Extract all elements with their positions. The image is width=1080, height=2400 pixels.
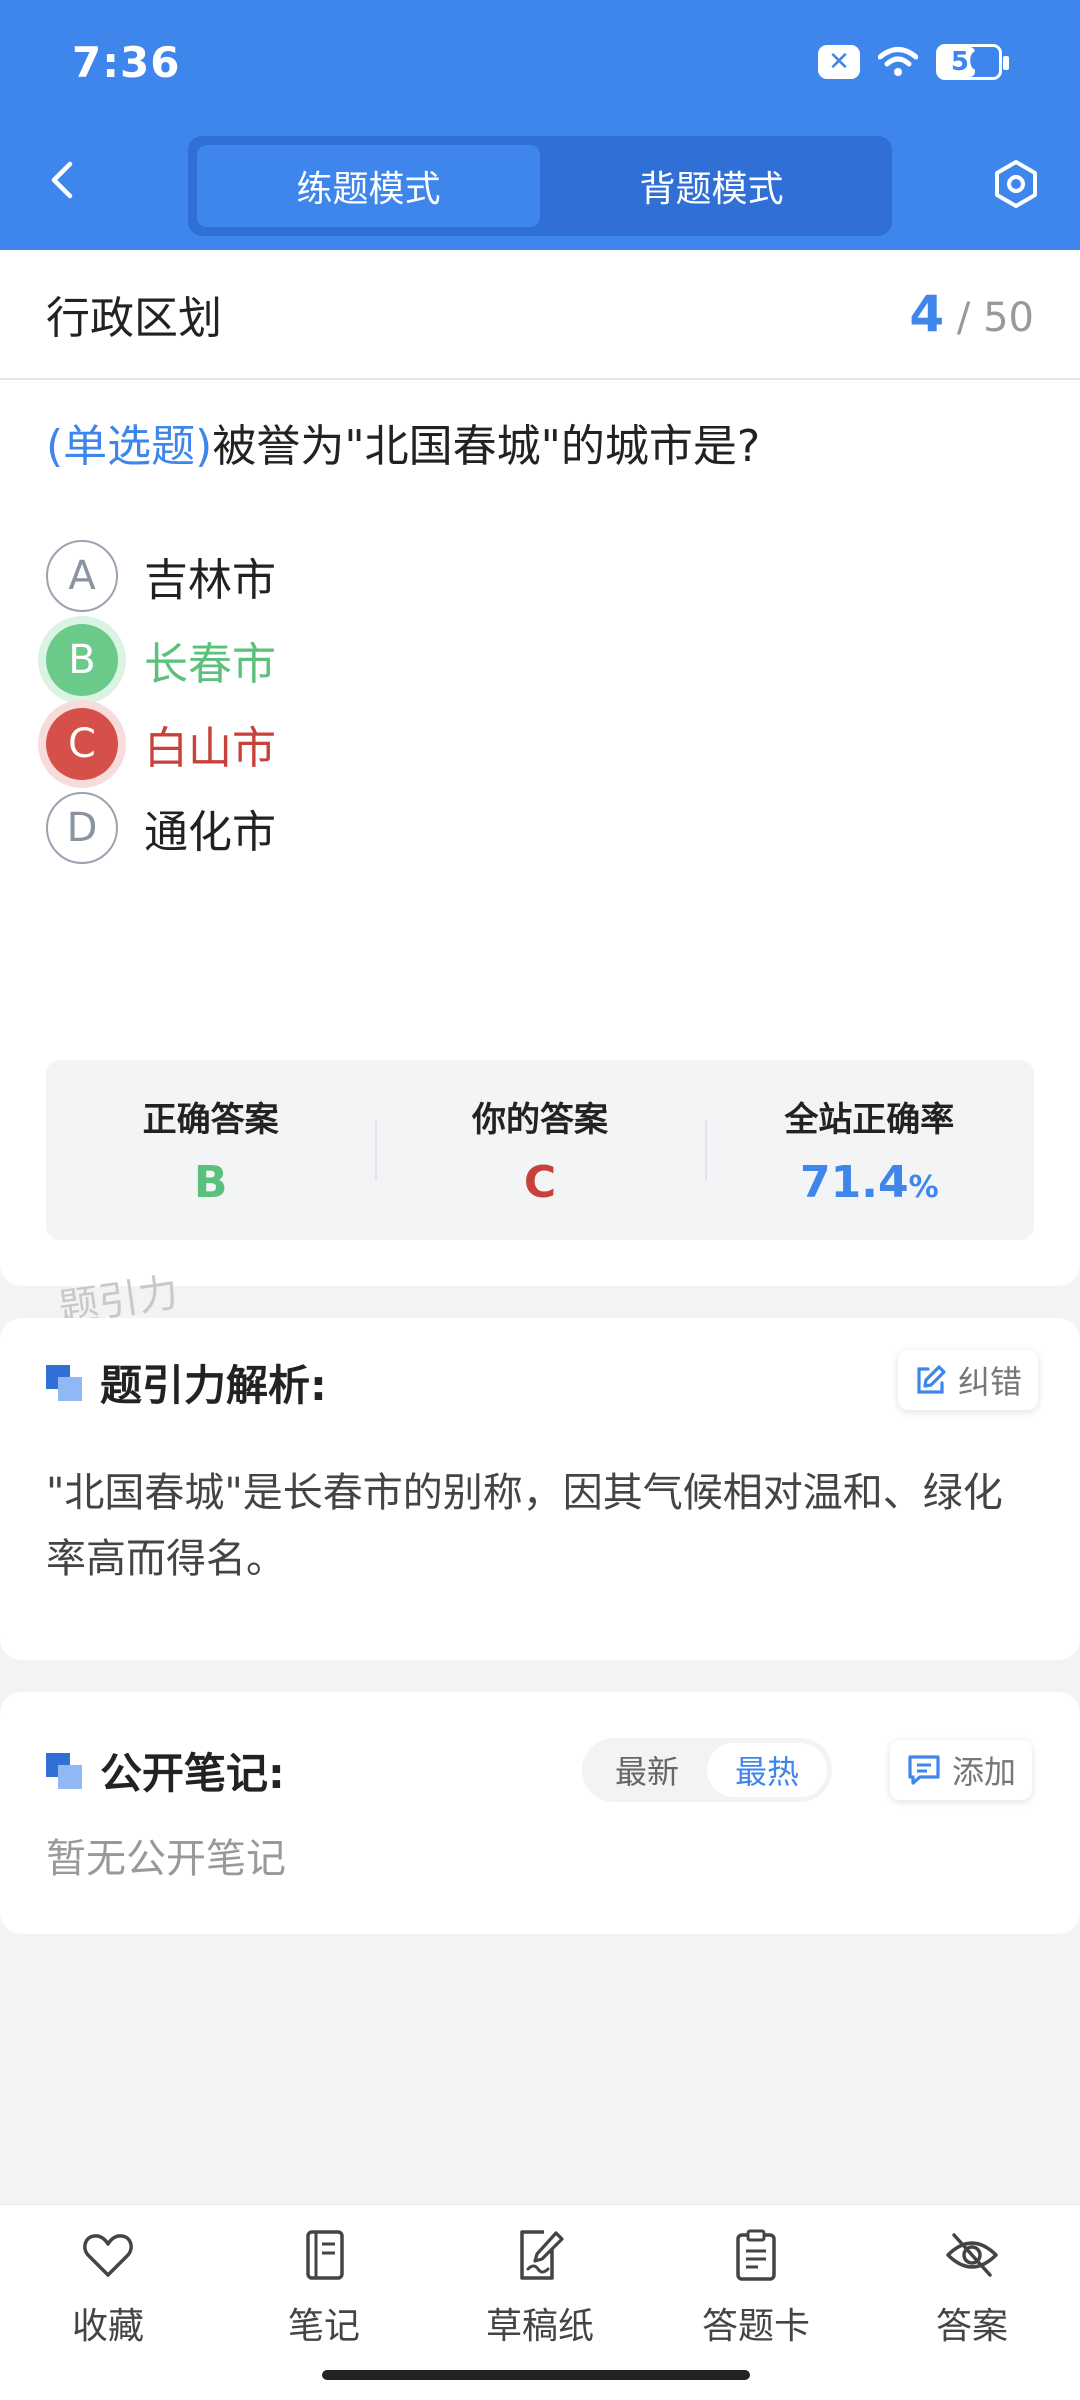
analysis-title-text: 题引力解析: [100,1361,327,1410]
site-accuracy-number: 71.4 [800,1157,909,1208]
option-letter: B [46,624,118,696]
notebook-icon [306,2230,344,2280]
option-text: 长春市 [144,639,276,690]
question-header: 行政区划 4 / 50 [0,250,1080,380]
sort-latest[interactable]: 最新 [587,1743,707,1797]
answer-result-panel: 正确答案 B 你的答案 C 全站正确率 71.4% [46,1060,1034,1240]
your-answer-label: 你的答案 [471,1100,608,1140]
section-square-icon [46,1752,82,1789]
option-letter: C [46,708,118,780]
option-text: 通化市 [144,807,276,858]
your-answer-stat: 你的答案 C [375,1060,704,1240]
battery-icon: 50 [936,44,1009,80]
top-bar: 7:36 ✕ 50 练题模式 背题模式 [0,0,1080,250]
settings-hex-icon[interactable] [990,158,1042,210]
your-answer-value: C [523,1157,557,1208]
draft-paper-icon [520,2230,564,2280]
notes-empty-text: 暂无公开笔记 [46,1836,286,1882]
home-indicator[interactable] [322,2370,750,2380]
tab-memorize-mode[interactable]: 背题模式 [540,145,883,227]
correct-answer-label: 正确答案 [142,1100,279,1140]
edit-icon [917,1365,946,1394]
site-accuracy-value: 71.4% [800,1157,939,1208]
nav-label: 答题卡 [701,2306,810,2347]
option-text: 白山市 [144,723,276,774]
nav-label: 收藏 [71,2306,144,2347]
nav-label: 笔记 [287,2306,360,2347]
site-accuracy-unit: % [908,1170,939,1205]
nav-label: 草稿纸 [485,2306,594,2347]
site-accuracy-label: 全站正确率 [784,1100,955,1140]
option-b[interactable]: B 长春市 [46,624,276,696]
wifi-icon [878,47,918,76]
question-counter[interactable]: 4 / 50 [909,285,1034,343]
answer-sheet-icon [736,2229,776,2281]
mode-switch: 练题模式 背题模式 [188,136,892,236]
option-letter: A [46,540,118,612]
back-arrow-icon[interactable] [42,158,86,202]
site-accuracy-stat: 全站正确率 71.4% [704,1060,1034,1240]
question-card: 行政区划 4 / 50 (单选题)被誉为"北国春城"的城市是? A 吉林市 B … [0,250,1080,1286]
nav-answer-toggle[interactable]: 答案 [864,2205,1080,2400]
tab-practice-mode[interactable]: 练题模式 [197,145,540,227]
notes-title-text: 公开笔记: [100,1749,285,1798]
option-d[interactable]: D 通化市 [46,792,276,864]
question-current-index: 4 [909,285,945,343]
correct-answer-value: B [193,1157,228,1208]
add-note-button[interactable]: 添加 [890,1740,1033,1800]
analysis-card: 题引力解析: 纠错 "北国春城"是长春市的别称，因其气候相对温和、绿化率高而得名… [0,1318,1080,1660]
option-text: 吉林市 [144,555,276,606]
notes-sort-toggle: 最新 最热 [582,1738,832,1802]
add-note-label: 添加 [952,1753,1017,1791]
question-type: (单选题) [46,421,213,472]
option-c[interactable]: C 白山市 [46,708,276,780]
question-category: 行政区划 [46,293,222,344]
nav-favorite[interactable]: 收藏 [0,2205,216,2400]
eye-off-icon [946,2233,998,2277]
battery-level: 50 [950,47,988,77]
status-time: 7:36 [72,38,181,87]
status-icons: ✕ 50 [818,44,1009,80]
analysis-title: 题引力解析: [46,1352,327,1413]
question-text: (单选题)被誉为"北国春城"的城市是? [46,410,760,474]
sort-hottest[interactable]: 最热 [707,1743,827,1797]
question-total: / 50 [956,295,1034,341]
option-a[interactable]: A 吉林市 [46,540,276,612]
nav-label: 答案 [935,2306,1008,2347]
report-error-button[interactable]: 纠错 [898,1350,1039,1410]
heart-icon [83,2234,133,2277]
question-stem: 被誉为"北国春城"的城市是? [212,421,761,472]
option-letter: D [46,792,118,864]
correct-answer-stat: 正确答案 B [46,1060,375,1240]
section-square-icon [46,1364,82,1401]
notes-title: 公开笔记: [46,1740,285,1801]
public-notes-card: 公开笔记: 最新 最热 添加 暂无公开笔记 [0,1692,1080,1934]
notification-x-icon: ✕ [818,45,860,79]
comment-icon [908,1755,940,1785]
report-error-label: 纠错 [958,1363,1023,1401]
analysis-text: "北国春城"是长春市的别称，因其气候相对温和、绿化率高而得名。 [46,1470,1003,1582]
